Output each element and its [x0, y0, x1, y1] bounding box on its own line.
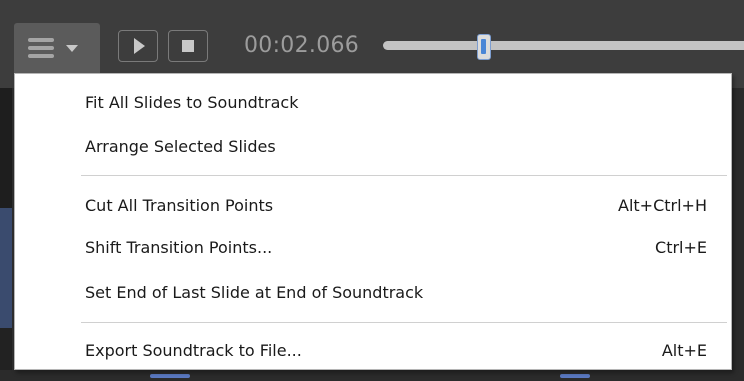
timeline-bottom-strip [0, 370, 744, 381]
hamburger-menu-icon [28, 38, 54, 58]
menu-item-label: Export Soundtrack to File... [85, 340, 302, 360]
timeline-marker [150, 374, 190, 378]
menu-item-shortcut: Ctrl+E [655, 237, 707, 257]
timeline-left-panel-selected [0, 208, 12, 328]
menu-item-fit-all-slides[interactable]: Fit All Slides to Soundtrack [15, 84, 731, 120]
menu-item-export-soundtrack[interactable]: Export Soundtrack to File... Alt+E [15, 332, 731, 368]
menu-item-label: Arrange Selected Slides [85, 136, 276, 156]
menu-item-set-end-of-last-slide[interactable]: Set End of Last Slide at End of Soundtra… [15, 274, 731, 310]
play-icon [134, 38, 145, 54]
menu-separator [81, 175, 727, 176]
menu-item-label: Cut All Transition Points [85, 195, 274, 215]
stop-button[interactable] [168, 30, 208, 62]
menu-item-label: Fit All Slides to Soundtrack [85, 92, 299, 112]
menu-item-shift-transition-points[interactable]: Shift Transition Points... Ctrl+E [15, 229, 731, 265]
menu-item-shortcut: Alt+Ctrl+H [618, 195, 707, 215]
seek-bar[interactable] [383, 41, 744, 50]
chevron-down-icon [66, 44, 78, 52]
timeline-marker [560, 374, 590, 378]
soundtrack-dropdown-menu: Fit All Slides to Soundtrack Arrange Sel… [14, 73, 732, 370]
stop-icon [182, 40, 194, 52]
menu-item-label: Set End of Last Slide at End of Soundtra… [85, 282, 424, 302]
timeline-right-panel [732, 88, 744, 381]
play-button[interactable] [118, 30, 158, 62]
soundtrack-menu-button[interactable] [14, 23, 100, 73]
timeline-left-panel [0, 88, 12, 208]
menu-item-arrange-selected[interactable]: Arrange Selected Slides [15, 128, 731, 164]
menu-separator [81, 322, 727, 323]
menu-item-shortcut: Alt+E [661, 340, 707, 360]
seek-thumb[interactable] [477, 34, 492, 60]
menu-item-label: Shift Transition Points... [85, 237, 273, 257]
playback-time: 00:02.066 [244, 33, 360, 58]
menu-item-cut-transition-points[interactable]: Cut All Transition Points Alt+Ctrl+H [15, 187, 731, 223]
